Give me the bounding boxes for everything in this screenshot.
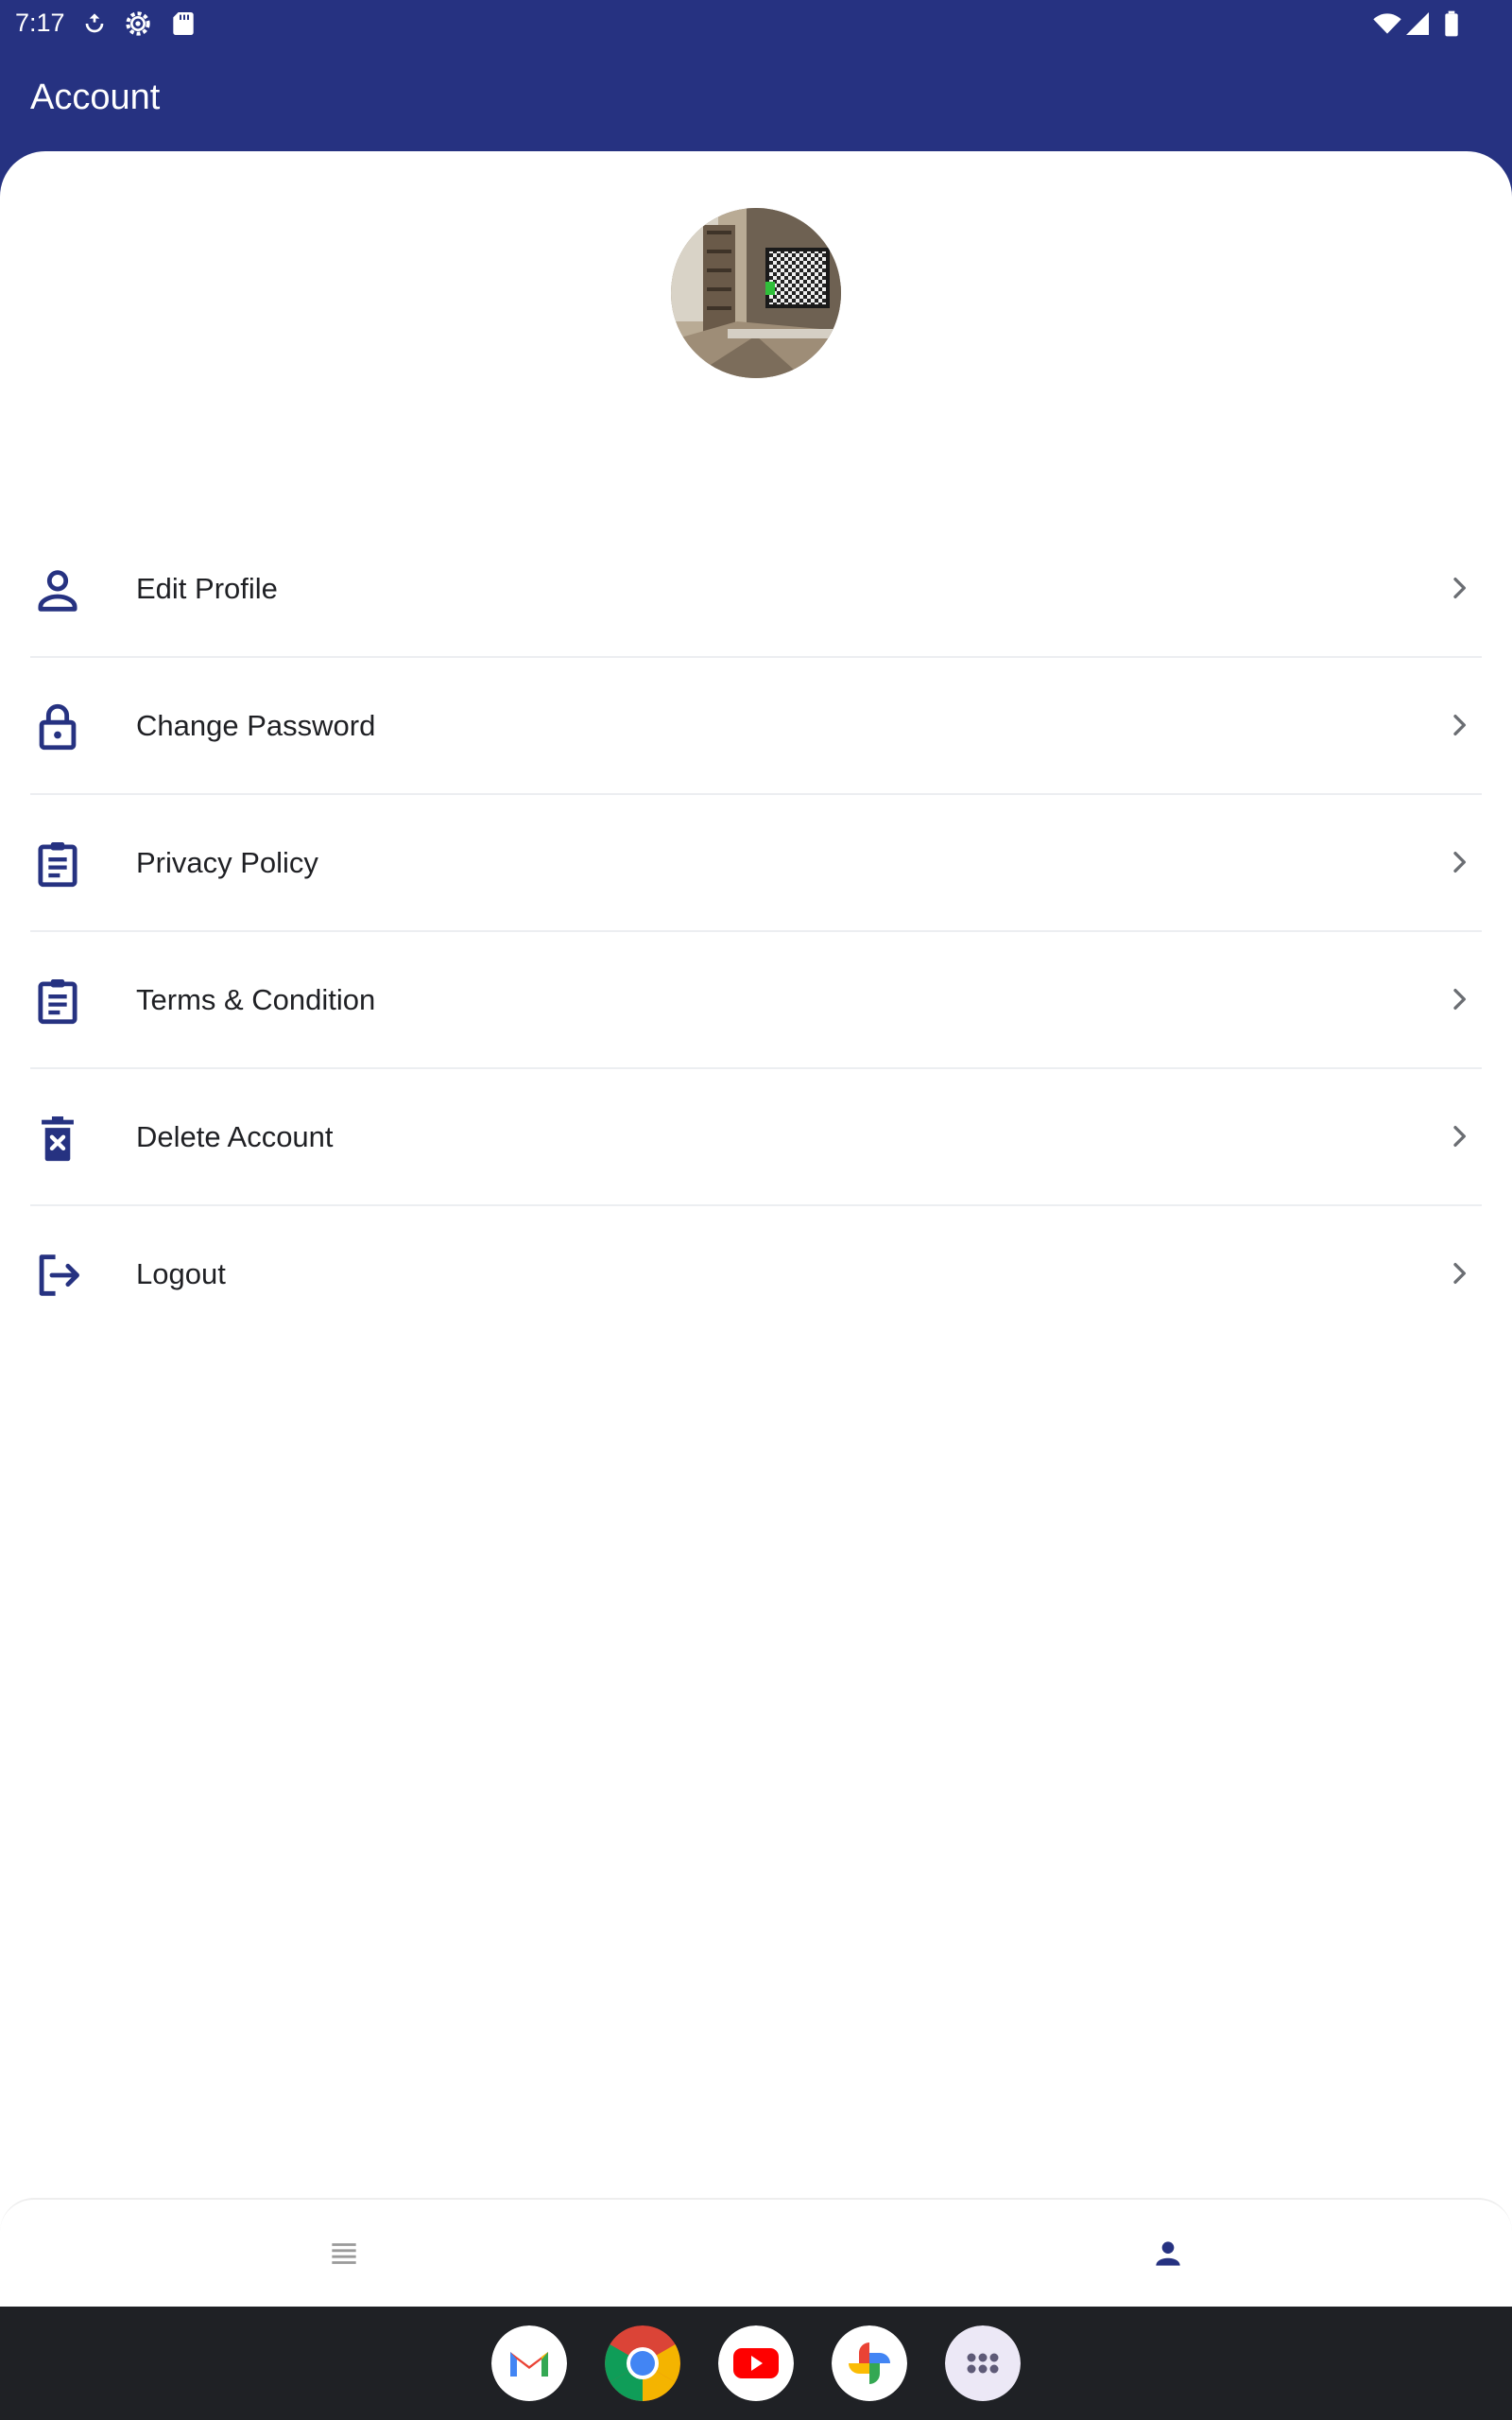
menu-label: Terms & Condition	[136, 983, 376, 1016]
logout-item[interactable]: Logout	[30, 1206, 1482, 1341]
chevron-right-icon	[1444, 984, 1474, 1014]
chevron-right-icon	[1444, 1258, 1474, 1288]
youtube-icon[interactable]	[718, 2325, 794, 2401]
menu-label: Edit Profile	[136, 572, 278, 605]
data-saver-icon	[79, 9, 110, 39]
app-drawer-icon[interactable]	[945, 2325, 1021, 2401]
nav-item-account[interactable]	[1073, 2200, 1262, 2308]
settings-gear-icon	[123, 9, 153, 39]
logout-icon	[30, 1248, 85, 1303]
status-bar: 7:17	[0, 0, 1512, 47]
photos-icon[interactable]	[832, 2325, 907, 2401]
menu-label: Change Password	[136, 709, 376, 742]
bottom-navigation	[0, 2198, 1512, 2308]
sd-card-icon	[168, 9, 198, 39]
delete-icon	[30, 1111, 85, 1166]
account-content: Edit Profile Change Password Privacy Pol…	[0, 151, 1512, 2307]
clipboard-icon	[30, 837, 85, 891]
terms-condition-item[interactable]: Terms & Condition	[30, 932, 1482, 1069]
menu-label: Privacy Policy	[136, 846, 318, 879]
page-title: Account	[30, 78, 161, 117]
gmail-icon[interactable]	[491, 2325, 567, 2401]
chevron-right-icon	[1444, 710, 1474, 740]
nav-item-list[interactable]	[249, 2200, 438, 2308]
person-outline-icon	[30, 562, 85, 617]
app-bar: Account	[0, 47, 1512, 151]
list-icon	[332, 2243, 356, 2264]
delete-account-item[interactable]: Delete Account	[30, 1069, 1482, 1206]
profile-photo	[671, 208, 841, 378]
chevron-right-icon	[1444, 847, 1474, 877]
lock-icon	[30, 700, 85, 754]
person-icon	[1156, 2241, 1180, 2266]
account-menu: Edit Profile Change Password Privacy Pol…	[30, 521, 1482, 1341]
chevron-right-icon	[1444, 1121, 1474, 1151]
chevron-right-icon	[1444, 573, 1474, 603]
cell-signal-icon	[1402, 9, 1433, 39]
status-time: 7:17	[15, 9, 65, 37]
chrome-icon[interactable]	[605, 2325, 680, 2401]
menu-label: Delete Account	[136, 1120, 334, 1153]
avatar[interactable]	[671, 208, 841, 378]
change-password-item[interactable]: Change Password	[30, 658, 1482, 795]
wifi-icon	[1372, 9, 1402, 39]
edit-profile-item[interactable]: Edit Profile	[30, 521, 1482, 658]
clipboard-icon	[30, 974, 85, 1028]
privacy-policy-item[interactable]: Privacy Policy	[30, 795, 1482, 932]
menu-label: Logout	[136, 1257, 226, 1290]
app-dock	[0, 2307, 1512, 2420]
battery-icon	[1436, 9, 1467, 39]
